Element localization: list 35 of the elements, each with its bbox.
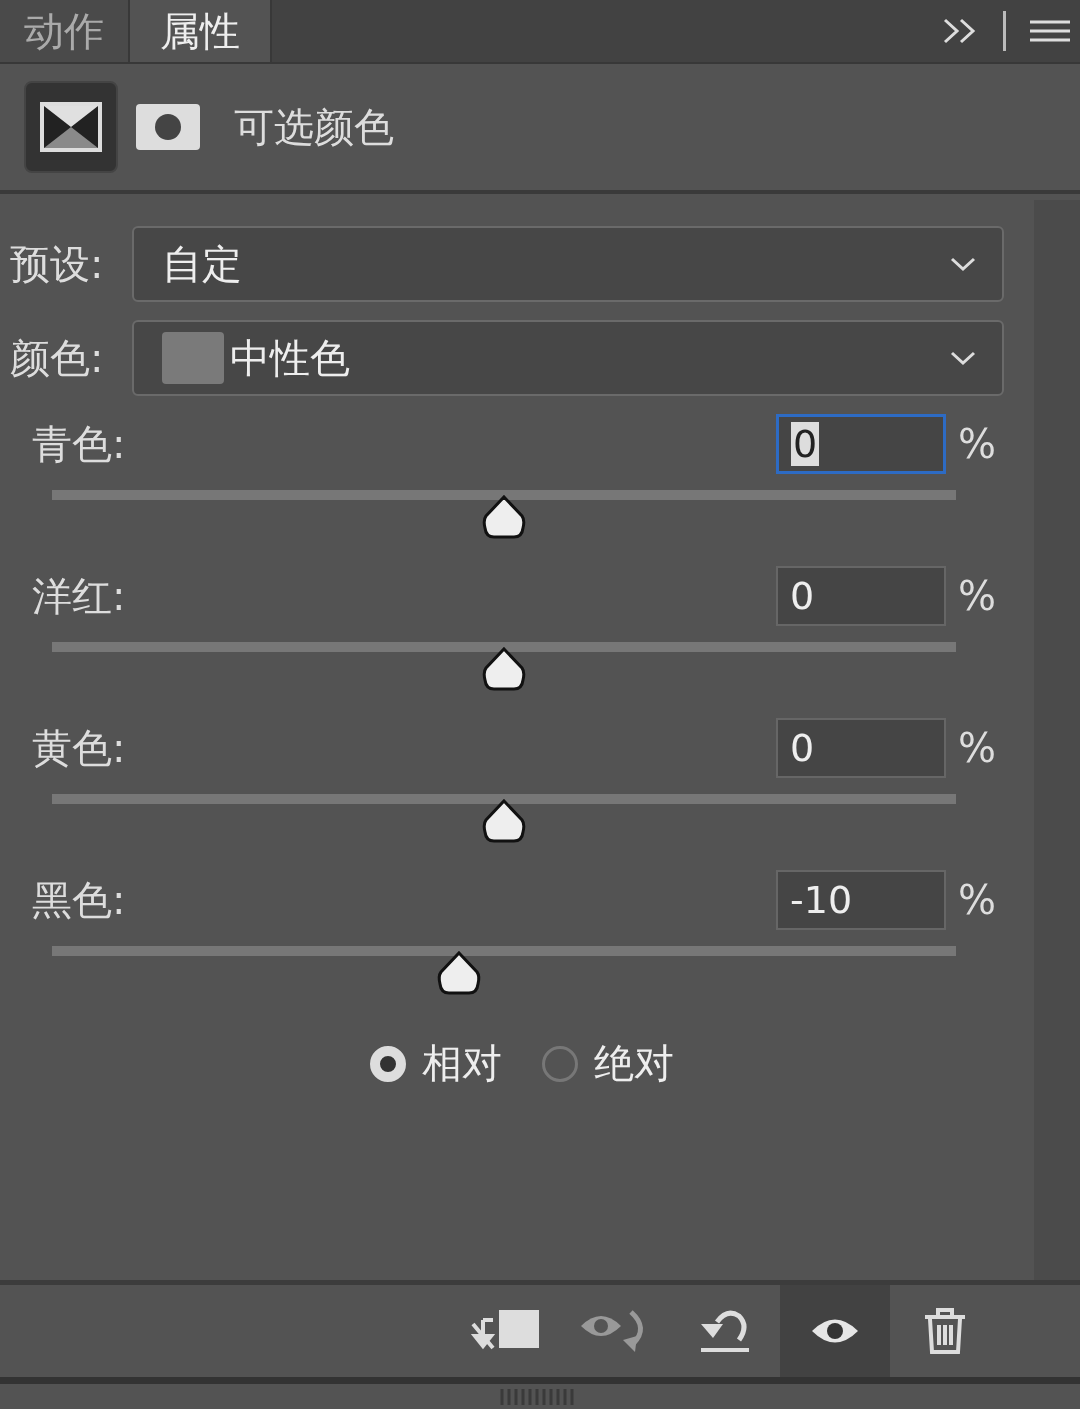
menu-icon[interactable]	[1030, 19, 1070, 43]
swatch-icon	[162, 332, 224, 384]
trash-icon[interactable]	[923, 1307, 967, 1355]
slider-thumb[interactable]	[481, 798, 527, 844]
radio-option[interactable]: 相对	[370, 1036, 502, 1091]
value-field[interactable]: 0	[776, 414, 946, 474]
value-field[interactable]: -10	[776, 870, 946, 930]
field-label: 预设:	[10, 239, 105, 289]
slider-thumb[interactable]	[435, 950, 482, 996]
percent-sign: %	[957, 573, 996, 619]
panel-tab[interactable]: 属性	[130, 0, 272, 62]
radio-option[interactable]: 绝对	[542, 1036, 674, 1091]
color-dropdown[interactable]: 中性色	[132, 320, 1004, 396]
adjustment-title: 可选颜色	[234, 102, 394, 152]
slider-label: 青色:	[32, 419, 127, 469]
percent-sign: %	[957, 877, 996, 923]
value-field[interactable]: 0	[776, 566, 946, 626]
slider-thumb[interactable]	[481, 646, 527, 692]
percent-sign: %	[957, 421, 996, 467]
mask-icon[interactable]	[136, 104, 200, 150]
panel-tab[interactable]: 动作	[0, 0, 130, 62]
slider-thumb[interactable]	[481, 494, 527, 540]
chevron-icon[interactable]	[950, 256, 976, 272]
preset-dropdown[interactable]: 自定	[132, 226, 1004, 302]
toolbar-button[interactable]	[780, 1285, 890, 1377]
adjustment-icon[interactable]	[40, 102, 102, 152]
slider-label: 黑色:	[32, 875, 127, 925]
slider-label: 洋红:	[32, 571, 127, 621]
value-field[interactable]: 0	[776, 718, 946, 778]
field-label: 颜色:	[10, 333, 105, 383]
percent-sign: %	[957, 725, 996, 771]
adjustment-button[interactable]	[24, 81, 118, 173]
chevron-icon[interactable]	[950, 350, 976, 366]
resize-grip-icon[interactable]	[500, 1388, 576, 1405]
slider-label: 黄色:	[32, 723, 127, 773]
